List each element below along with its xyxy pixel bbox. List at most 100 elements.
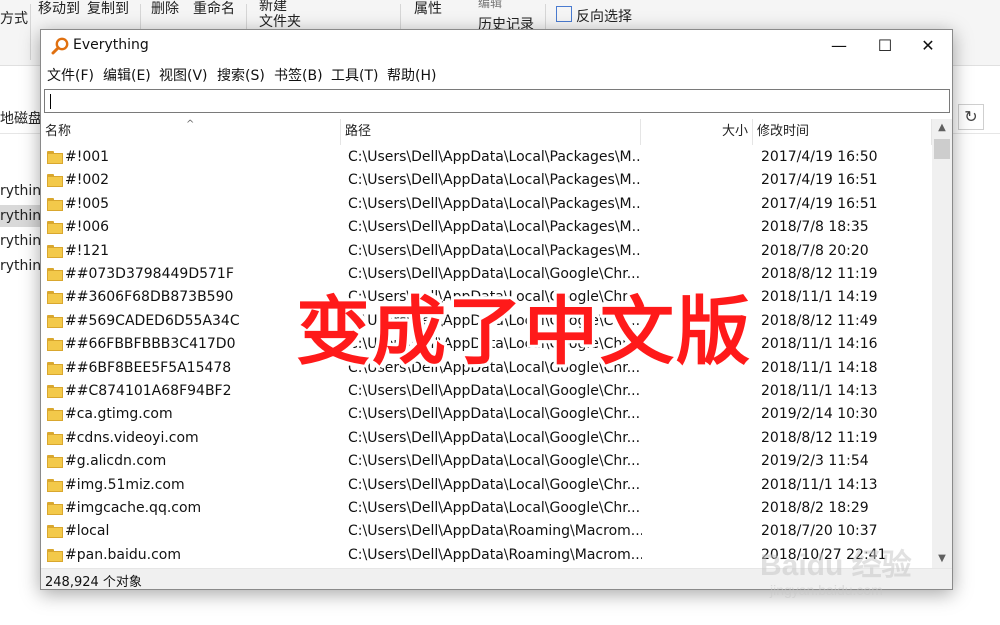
row-path: C:\Users\Dell\AppData\Local\Google\Chr..… (348, 500, 641, 516)
row-modified: 2018/8/12 11:19 (761, 429, 878, 446)
title-bar[interactable]: Everything — ☐ ✕ (41, 30, 952, 61)
table-row[interactable]: #imgcache.qq.com C:\Users\Dell\AppData\Lo… (41, 497, 932, 520)
table-row[interactable]: #!005 C:\Users\Dell\AppData\Local\Package… (41, 193, 932, 216)
row-modified: 2018/8/12 11:49 (761, 312, 878, 329)
row-path: C:\Users\Dell\AppData\Roaming\Macrom... (348, 523, 642, 540)
column-modified-header[interactable]: 修改时间 (753, 119, 932, 145)
column-path-header[interactable]: 路径 (341, 119, 641, 145)
scroll-up-icon[interactable]: ▲ (932, 119, 952, 137)
rename-button[interactable]: 重命名 (193, 0, 235, 18)
row-path: C:\Users\Dell\AppData\Local\Packages\M..… (348, 195, 642, 212)
column-header: 名称 ^ 路径 大小 修改时间 (41, 119, 932, 145)
folder-icon (47, 455, 63, 469)
row-path: C:\Users\Dell\AppData\Local\Google\Chr..… (348, 476, 641, 493)
menu-help[interactable]: 帮助(H) (387, 65, 436, 85)
menu-tools[interactable]: 工具(T) (331, 65, 378, 85)
row-path: C:\Users\Dell\AppData\Local\Packages\M..… (348, 219, 642, 236)
copy-to-button[interactable]: 复制到 (87, 0, 129, 18)
row-name: #!002 (65, 172, 110, 189)
row-modified: 2018/8/12 11:19 (761, 266, 878, 282)
menu-search[interactable]: 搜索(S) (217, 65, 265, 85)
ribbon-format-label[interactable]: 方式 (0, 8, 28, 28)
folder-icon (47, 244, 63, 258)
scrollbar-thumb[interactable] (934, 139, 950, 159)
table-row[interactable]: #g.alicdn.com C:\Users\Dell\AppData\Local… (41, 450, 932, 473)
row-path: C:\Users\Dell\AppData\Local\Google\Chr..… (348, 406, 641, 423)
window-title: Everything (73, 37, 149, 53)
folder-icon (47, 268, 63, 281)
table-row[interactable]: #cdns.videoyi.com C:\Users\Dell\AppData\L… (41, 427, 932, 450)
row-name: #img.51miz.com (65, 476, 185, 493)
row-name: #ca.gtimg.com (65, 406, 173, 423)
invert-select-icon (556, 6, 572, 22)
menu-file[interactable]: 文件(F) (47, 65, 94, 85)
row-modified: 2018/7/8 20:20 (761, 242, 869, 259)
move-to-button[interactable]: 移动到 (38, 0, 80, 18)
menu-bar: 文件(F) 编辑(E) 视图(V) 搜索(S) 书签(B) 工具(T) 帮助(H… (41, 63, 952, 85)
row-name: #cdns.videoyi.com (65, 429, 199, 446)
row-modified: 2017/4/19 16:51 (761, 172, 878, 189)
folder-icon (47, 431, 63, 445)
row-modified: 2018/11/1 14:13 (761, 476, 878, 493)
row-name: #!121 (65, 242, 110, 259)
overlay-caption: 变成了中文版 (296, 289, 752, 375)
search-input[interactable] (44, 89, 950, 113)
row-name: ##C874101A68F94BF2 (65, 383, 232, 399)
row-name: #!001 (65, 149, 110, 165)
watermark-sub: jingyan.baidu.com (770, 582, 883, 598)
table-row[interactable]: ##C874101A68F94BF2 C:\Users\Dell\AppData\… (41, 380, 932, 403)
table-row[interactable]: #!001 C:\Users\Dell\AppData\Local\Package… (41, 146, 932, 169)
menu-view[interactable]: 视图(V) (159, 65, 208, 85)
folder-icon (47, 408, 63, 422)
row-modified: 2018/11/1 14:16 (761, 336, 878, 353)
column-size-label: 大小 (721, 124, 748, 139)
baidu-watermark: Baidu 经验 jingyan.baidu.com (760, 540, 912, 598)
maximize-button[interactable]: ☐ (862, 30, 908, 61)
row-modified: 2017/4/19 16:50 (761, 149, 878, 165)
row-path: C:\Users\Dell\AppData\Local\Packages\M..… (348, 172, 642, 189)
text-caret (50, 94, 51, 109)
folder-icon (47, 197, 63, 211)
folder-icon (47, 314, 63, 328)
table-row[interactable]: #!002 C:\Users\Dell\AppData\Local\Package… (41, 169, 932, 192)
column-modified-label: 修改时间 (757, 124, 810, 139)
properties-button[interactable]: 属性 (414, 0, 442, 18)
refresh-icon[interactable]: ↻ (958, 104, 984, 130)
new-folder-button[interactable]: 新建 文件夹 (259, 0, 301, 30)
address-partial-text[interactable]: 地磁盘 (0, 108, 42, 128)
scroll-down-icon[interactable]: ▼ (932, 550, 952, 568)
folder-icon (47, 338, 63, 352)
table-row[interactable]: #!121 C:\Users\Dell\AppData\Local\Package… (41, 240, 932, 263)
menu-edit[interactable]: 编辑(E) (103, 65, 151, 85)
edit-button[interactable]: 编辑 (478, 0, 502, 11)
table-row[interactable]: #ca.gtimg.com C:\Users\Dell\AppData\Local… (41, 403, 932, 426)
row-path: C:\Users\Dell\AppData\Roaming\Macrom... (348, 546, 642, 563)
close-button[interactable]: ✕ (905, 30, 951, 61)
folder-icon (47, 385, 63, 398)
minimize-button[interactable]: — (816, 30, 862, 61)
row-name: #!005 (65, 195, 110, 212)
table-row[interactable]: #img.51miz.com C:\Users\Dell\AppData\Loca… (41, 474, 932, 497)
row-modified: 2018/7/8 18:35 (761, 219, 869, 236)
row-path: C:\Users\Dell\AppData\Local\Google\Chr..… (348, 429, 641, 446)
row-modified: 2019/2/14 10:30 (761, 406, 878, 423)
folder-icon (47, 548, 63, 562)
folder-icon (47, 291, 63, 305)
row-modified: 2018/11/1 14:18 (761, 359, 878, 376)
delete-button[interactable]: 删除 (151, 0, 179, 18)
column-size-header[interactable]: 大小 (641, 119, 753, 145)
row-name: #pan.baidu.com (65, 546, 181, 563)
row-modified: 2017/4/19 16:51 (761, 195, 878, 212)
row-path: C:\Users\Dell\AppData\Local\Packages\M..… (348, 242, 642, 259)
ribbon-separator (30, 4, 31, 60)
row-name: #!006 (65, 219, 110, 236)
column-path-label: 路径 (345, 124, 372, 139)
folder-icon (47, 478, 63, 492)
menu-bookmarks[interactable]: 书签(B) (274, 65, 323, 85)
invert-select-button[interactable]: 反向选择 (576, 6, 632, 26)
column-name-label: 名称 (45, 124, 72, 139)
vertical-scrollbar[interactable]: ▲ ▼ (932, 119, 952, 568)
table-row[interactable]: #!006 C:\Users\Dell\AppData\Local\Package… (41, 216, 932, 239)
object-count: 248,924 个对象 (45, 575, 142, 590)
everything-app-icon (51, 37, 69, 55)
